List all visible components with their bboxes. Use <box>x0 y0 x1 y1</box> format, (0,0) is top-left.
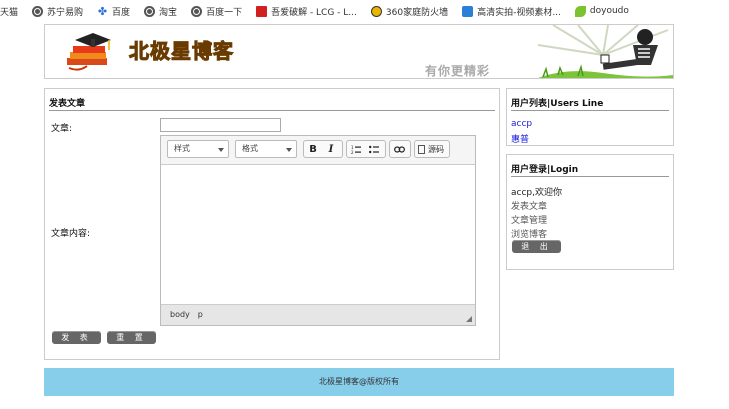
style-combo[interactable]: 样式 <box>167 140 229 158</box>
element-path-body[interactable]: body <box>170 310 190 319</box>
bookmark-taobao[interactable]: 淘宝 <box>144 5 177 18</box>
bookmark-label: doyoudo <box>589 6 629 16</box>
bookmark-label: 百度一下 <box>206 7 243 18</box>
red-square-icon <box>256 5 268 17</box>
welcome-text: accp,欢迎你 <box>511 188 562 198</box>
link-icon[interactable] <box>390 141 408 157</box>
article-content-label: 文章内容: <box>51 229 91 239</box>
post-article-panel: 发表文章 文章: 文章内容: 样式 格式 B I 12 源码 body p 发 … <box>44 88 500 360</box>
divider <box>511 176 669 177</box>
bookmark-tmall[interactable]: 天猫 <box>0 5 18 18</box>
chevron-down-icon <box>218 148 224 152</box>
site-slogan: 有你更精彩 <box>425 64 491 78</box>
bookmark-label: 360家庭防火墙 <box>385 7 449 18</box>
editor-toolbar: 样式 格式 B I 12 源码 <box>161 136 475 165</box>
editor-statusbar: body p <box>161 304 475 325</box>
bookmark-label: 百度 <box>112 7 131 18</box>
bold-button[interactable]: B <box>304 141 322 157</box>
format-combo[interactable]: 格式 <box>235 140 297 158</box>
bookmark-video-material[interactable]: 高清实拍-视频素材... <box>462 5 561 18</box>
login-title: 用户登录|Login <box>511 165 579 175</box>
article-title-label: 文章: <box>51 124 73 134</box>
source-group: 源码 <box>414 140 450 158</box>
resize-handle-icon[interactable] <box>466 316 472 322</box>
divider <box>511 110 669 111</box>
article-title-input[interactable] <box>160 118 281 132</box>
bookmark-suning[interactable]: 苏宁易购 <box>32 5 83 18</box>
user-login-panel: 用户登录|Login accp,欢迎你 发表文章 文章管理 浏览博客 退 出 <box>506 154 674 270</box>
bookmark-label: 苏宁易购 <box>47 7 84 18</box>
footer: 北极星博客@版权所有 <box>44 368 674 396</box>
bookmark-baidu-search[interactable]: 百度一下 <box>191 5 242 18</box>
globe-icon <box>32 5 44 17</box>
italic-button[interactable]: I <box>322 141 340 157</box>
site-title: 北极星博客 <box>129 39 234 64</box>
yellow-circle-icon <box>370 5 382 17</box>
bookmark-360[interactable]: 360家庭防火墙 <box>370 5 449 18</box>
bookmark-label: 天猫 <box>0 7 19 18</box>
numbered-list-icon[interactable]: 12 <box>347 141 365 157</box>
banner-illustration <box>537 25 673 78</box>
books-logo-icon <box>67 33 111 71</box>
bookmark-baidu[interactable]: ✤ 百度 <box>97 5 130 18</box>
source-label: 源码 <box>428 144 444 154</box>
element-path-p[interactable]: p <box>198 310 203 319</box>
leaf-icon <box>574 5 586 17</box>
rich-text-editor: 样式 格式 B I 12 源码 body p <box>160 135 476 326</box>
format-combo-label: 格式 <box>242 144 258 153</box>
user-list-title: 用户列表|Users Line <box>511 99 604 109</box>
source-button[interactable]: 源码 <box>415 144 447 155</box>
editor-content-area[interactable] <box>161 165 475 305</box>
submit-button[interactable]: 发 表 <box>52 331 101 344</box>
user-link[interactable]: 惠普 <box>511 132 529 145</box>
text-style-group: B I <box>303 140 343 158</box>
user-link[interactable]: accp <box>511 119 532 129</box>
list-group: 12 <box>346 140 386 158</box>
user-list-panel: 用户列表|Users Line accp 惠普 <box>506 88 674 146</box>
bookmark-52pojie[interactable]: 吾爱破解 - LCG - L... <box>256 5 357 18</box>
menu-browse-blog[interactable]: 浏览博客 <box>511 227 547 240</box>
bookmark-doyoudo[interactable]: doyoudo <box>574 5 629 17</box>
link-group <box>389 140 411 158</box>
baidu-paw-icon: ✤ <box>97 4 108 18</box>
document-icon <box>418 144 425 154</box>
globe-icon <box>144 5 156 17</box>
bookmarks-bar: 天猫 苏宁易购 ✤ 百度 淘宝 百度一下 吾爱破解 - LCG - L... 3… <box>0 0 729 22</box>
logout-button[interactable]: 退 出 <box>512 240 561 253</box>
svg-text:2: 2 <box>351 150 354 154</box>
style-combo-label: 样式 <box>174 144 190 153</box>
blue-tile-icon <box>462 5 474 17</box>
bookmark-label: 吾爱破解 - LCG - L... <box>271 7 357 18</box>
chevron-down-icon <box>286 148 292 152</box>
bookmark-label: 淘宝 <box>159 7 178 18</box>
divider <box>49 110 495 111</box>
copyright-text: 北极星博客@版权所有 <box>319 377 399 386</box>
menu-article-manage[interactable]: 文章管理 <box>511 213 547 226</box>
menu-post-article[interactable]: 发表文章 <box>511 199 547 212</box>
reset-button[interactable]: 重 置 <box>107 331 156 344</box>
globe-icon <box>191 5 203 17</box>
panel-title: 发表文章 <box>49 99 86 109</box>
site-header-banner: 北极星博客 有你更精彩 <box>44 24 674 79</box>
bulleted-list-icon[interactable] <box>365 141 383 157</box>
bookmark-label: 高清实拍-视频素材... <box>477 7 561 18</box>
